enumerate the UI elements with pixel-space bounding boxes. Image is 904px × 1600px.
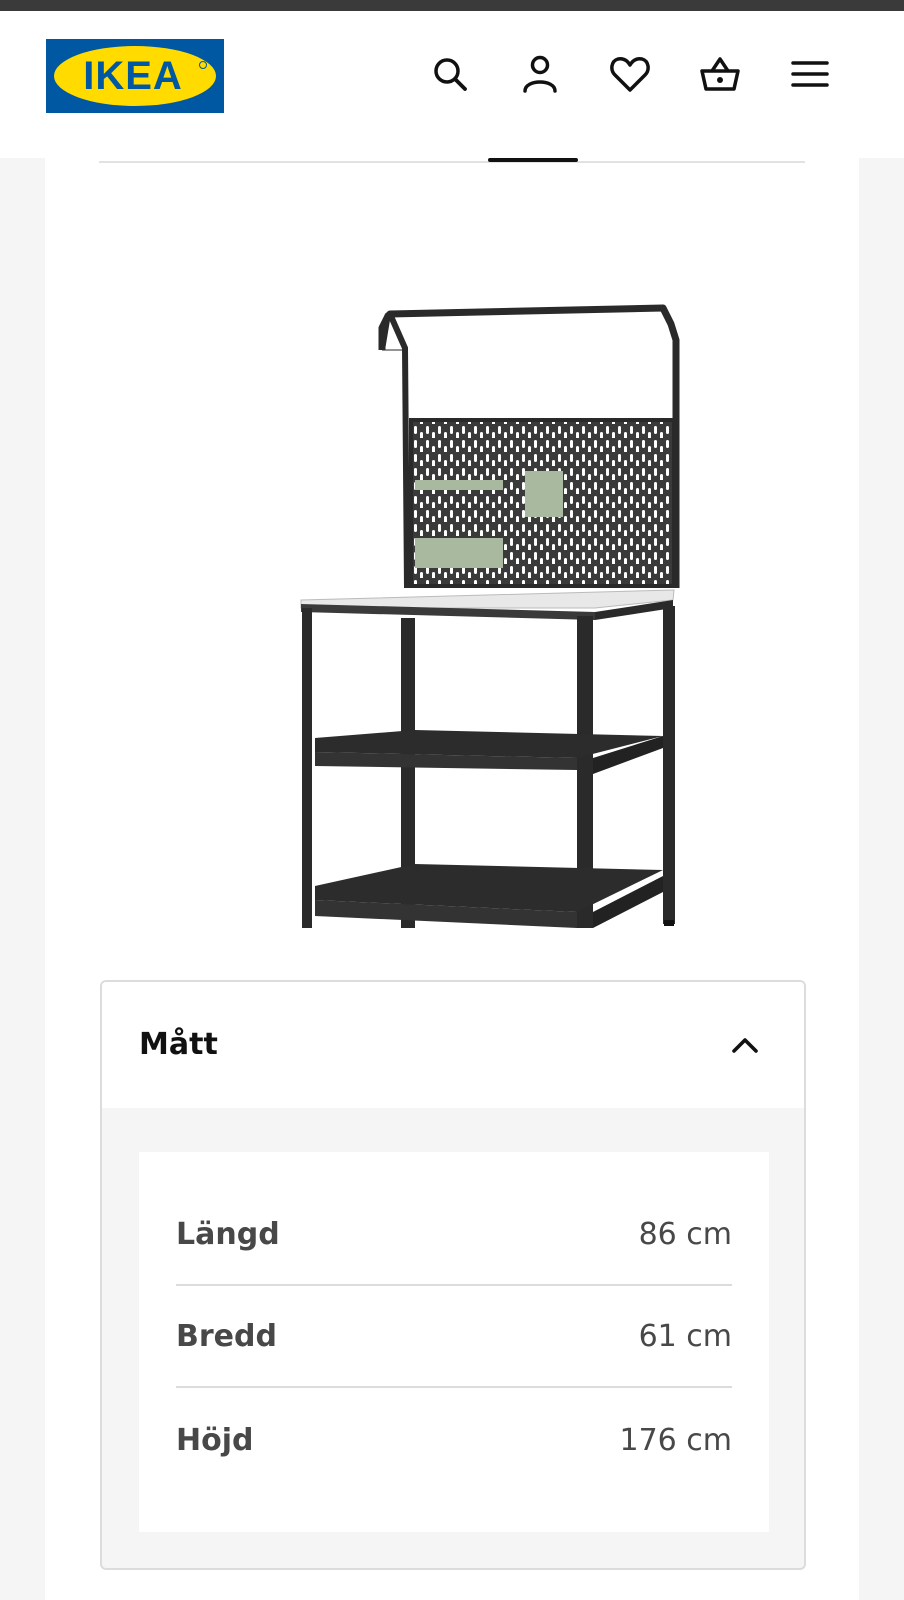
dimension-label: Bredd [176,1319,277,1354]
search-icon[interactable] [427,51,473,97]
logo-mark: IKEA [54,46,216,106]
dimension-row-height: Höjd 176 cm [176,1390,732,1492]
menu-icon[interactable] [787,51,833,97]
dimension-label: Höjd [176,1423,254,1458]
dimension-value: 86 cm [638,1217,732,1252]
dimension-row-length: Längd 86 cm [176,1184,732,1286]
dimensions-accordion: Mått Längd 86 cm Bredd 61 cm Höjd 176 cm [100,980,806,1570]
accordion-title: Mått [139,1027,218,1062]
product-card: Mått Längd 86 cm Bredd 61 cm Höjd 176 cm [45,158,859,1600]
dimensions-list: Längd 86 cm Bredd 61 cm Höjd 176 cm [139,1152,769,1532]
ikea-logo[interactable]: IKEA [46,39,224,113]
cart-icon[interactable] [697,51,743,97]
dimension-value: 176 cm [619,1423,732,1458]
dimension-label: Längd [176,1217,280,1252]
status-bar [0,0,904,11]
user-icon[interactable] [517,51,563,97]
site-header: IKEA [0,11,904,158]
media-tab-divider [99,161,805,163]
dimension-value: 61 cm [638,1319,732,1354]
dimension-row-width: Bredd 61 cm [176,1286,732,1388]
dimensions-accordion-header[interactable]: Mått [102,982,804,1108]
logo-text: IKEA [83,54,183,98]
chevron-up-icon[interactable] [730,1030,760,1060]
product-image[interactable] [255,228,705,928]
active-tab-indicator[interactable] [488,158,578,162]
heart-icon[interactable] [607,51,653,97]
